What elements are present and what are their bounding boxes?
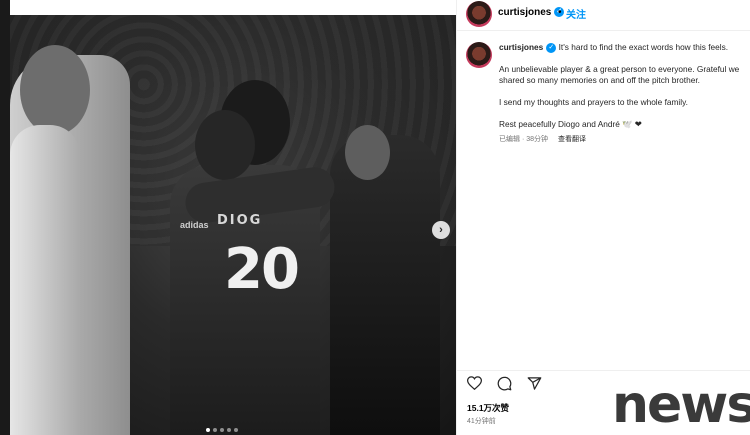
meta-separator: · — [521, 136, 525, 143]
player-left-head — [20, 45, 90, 135]
next-slide-button[interactable]: › — [432, 221, 450, 239]
person-right — [330, 135, 440, 435]
follow-separator: • — [558, 7, 562, 18]
news-watermark: news — [612, 375, 750, 435]
caption-username[interactable]: curtisjones — [499, 42, 543, 52]
carousel-dot — [213, 428, 217, 432]
jersey-number: 20 — [224, 237, 300, 302]
post-time: 41分钟前 — [467, 418, 496, 425]
header-username-text: curtisjones — [498, 7, 552, 18]
caption-avatar[interactable] — [466, 42, 492, 68]
caption-line: An unbelievable player & a great person … — [499, 64, 740, 85]
carousel-dots — [206, 428, 238, 432]
avatar[interactable] — [466, 1, 492, 27]
actions-divider — [456, 370, 750, 371]
background-strip — [0, 0, 10, 435]
like-count[interactable]: 15.1万次赞 — [467, 402, 509, 414]
person-right-head — [345, 125, 390, 180]
caption-line: It's hard to find the exact words how th… — [558, 42, 729, 52]
caption-meta: 已编辑 · 38分钟 查看翻译 — [499, 134, 749, 145]
caption-line: Rest peacefully Diogo and André 🕊️ ❤ — [499, 119, 642, 129]
verified-icon: ✓ — [546, 42, 557, 53]
caption-text: curtisjones ✓ It's hard to find the exact… — [499, 42, 749, 145]
comment-icon[interactable] — [496, 375, 512, 391]
player-head-front — [195, 110, 255, 180]
caption-line: I send my thoughts and prayers to the wh… — [499, 97, 688, 107]
carousel-dot — [220, 428, 224, 432]
post-photo[interactable]: adidas DIOG 20 — [10, 15, 456, 435]
follow-button[interactable]: 关注 — [566, 6, 586, 21]
share-icon[interactable] — [526, 375, 542, 391]
chevron-right-icon: › — [439, 224, 443, 236]
jersey-sponsor: adidas — [180, 220, 209, 230]
caption-age: 38分钟 — [526, 136, 549, 143]
edited-label: 已编辑 — [499, 136, 520, 143]
heart-icon[interactable] — [466, 375, 482, 391]
header-divider — [456, 30, 750, 31]
see-translation-link[interactable]: 查看翻译 — [558, 136, 586, 143]
player-left-front — [10, 125, 80, 435]
carousel-dot — [234, 428, 238, 432]
carousel-dot — [227, 428, 231, 432]
jersey-name: DIOG — [217, 213, 263, 228]
header-username[interactable]: curtisjones ✓ — [498, 7, 565, 18]
carousel-dot — [206, 428, 210, 432]
post-actions — [466, 375, 542, 391]
